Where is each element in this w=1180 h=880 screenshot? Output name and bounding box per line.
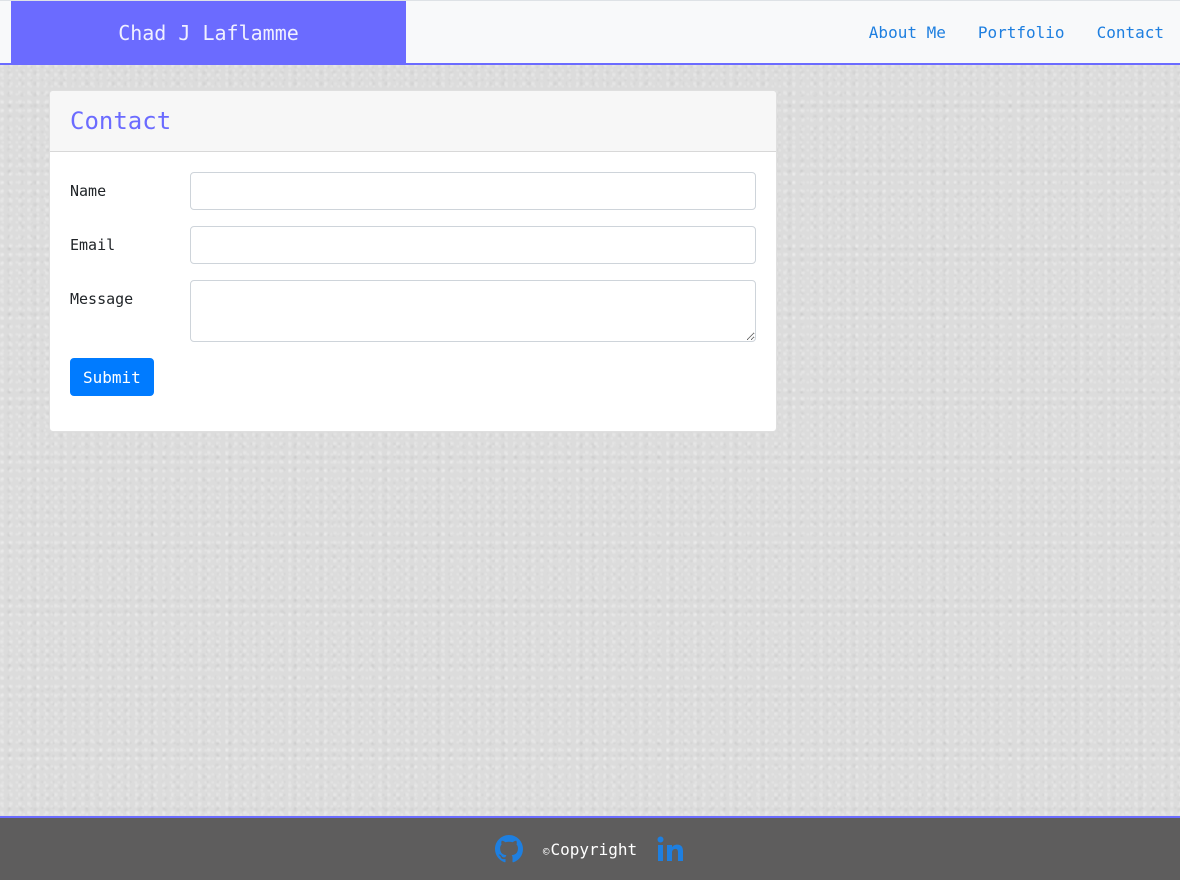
- message-label: Message: [70, 290, 134, 308]
- email-input[interactable]: [189, 226, 756, 264]
- nav-links: About Me Portfolio Contact: [853, 1, 1180, 64]
- email-label: Email: [70, 236, 116, 254]
- card-header: Contact: [50, 91, 776, 152]
- email-row: Email: [70, 226, 756, 264]
- submit-button[interactable]: Submit: [70, 358, 154, 396]
- navbar: Chad J Laflamme About Me Portfolio Conta…: [0, 0, 1180, 65]
- copyright-symbol: ©: [542, 844, 550, 858]
- footer: © Copyright: [0, 816, 1180, 880]
- brand-link[interactable]: Chad J Laflamme: [11, 1, 406, 64]
- name-input[interactable]: [189, 172, 756, 210]
- nav-link-portfolio[interactable]: Portfolio: [962, 23, 1081, 42]
- card-title: Contact: [70, 107, 172, 135]
- nav-link-contact[interactable]: Contact: [1081, 23, 1180, 42]
- github-icon[interactable]: [494, 835, 523, 863]
- copyright-text: © Copyright: [543, 840, 637, 859]
- nav-link-about-me[interactable]: About Me: [853, 23, 962, 42]
- copyright-label: Copyright: [550, 839, 638, 859]
- contact-card: Contact Name Email Message Submit: [49, 90, 777, 432]
- name-label: Name: [70, 182, 107, 200]
- message-textarea[interactable]: [189, 280, 756, 342]
- message-row: Message: [70, 280, 756, 342]
- contact-form: Name Email Message Submit: [50, 152, 776, 416]
- linkedin-icon[interactable]: [657, 835, 685, 863]
- name-row: Name: [70, 172, 756, 210]
